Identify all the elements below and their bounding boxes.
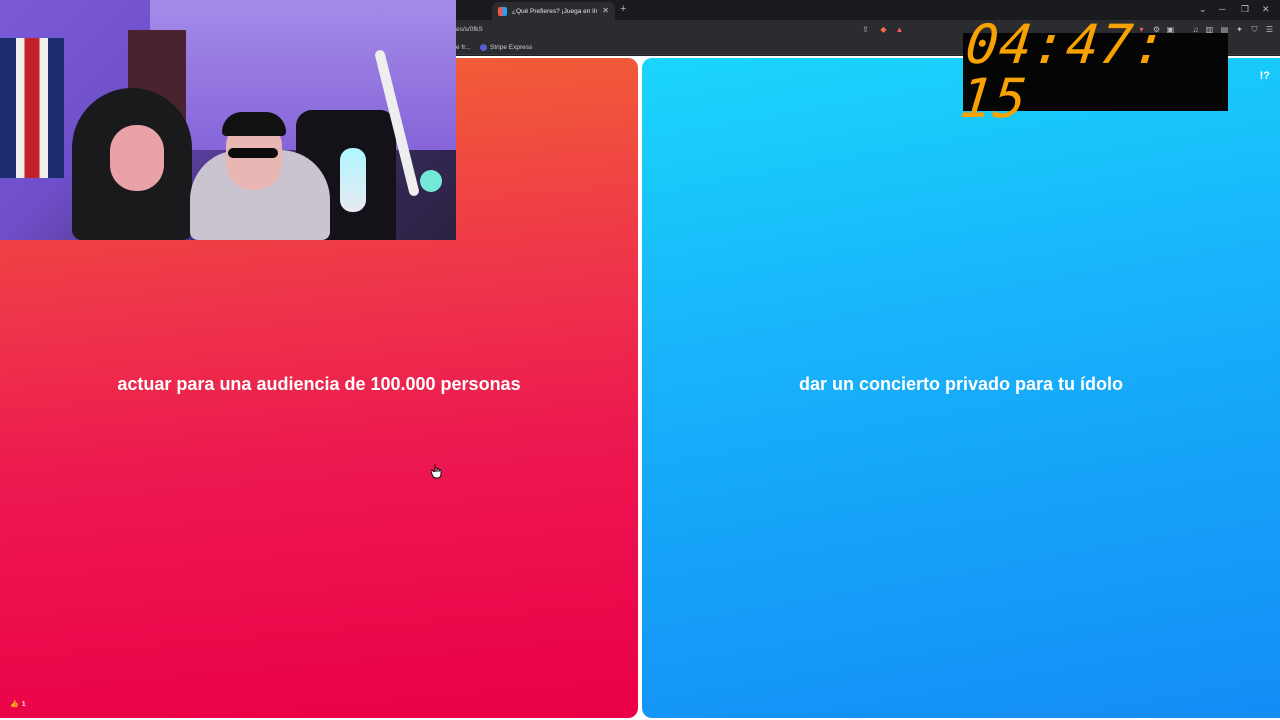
webcam-overlay: [0, 0, 456, 240]
vpn-shield-icon[interactable]: ⛉: [1250, 25, 1259, 34]
bookmark-label: e fr...: [456, 44, 471, 51]
tab-title: ¿Qué Prefieres? ¡Juega en línea!: [512, 7, 598, 15]
stripe-favicon-icon: [480, 44, 487, 51]
brave-shield-icon[interactable]: ◆: [879, 25, 888, 34]
webcam-sunglasses: [228, 148, 278, 158]
minimize-icon[interactable]: ─: [1219, 3, 1225, 15]
tab-close-icon[interactable]: ✕: [602, 7, 609, 15]
webcam-face-left: [110, 125, 164, 191]
option-left-text: actuar para una audiencia de 100.000 per…: [117, 374, 521, 394]
tab-active[interactable]: ¿Qué Prefieres? ¡Juega en línea! ✕: [492, 2, 615, 20]
help-icon[interactable]: !?: [1260, 70, 1270, 82]
webcam-flag: [0, 38, 64, 178]
rewards-triangle-icon[interactable]: ▲: [895, 25, 904, 34]
bookmark-item[interactable]: e fr...: [456, 42, 470, 53]
like-count: 1: [21, 700, 26, 708]
menu-icon[interactable]: ☰: [1265, 25, 1274, 34]
address-bar[interactable]: es/s/0fkS: [456, 23, 483, 37]
browser-window: ¿Qué Prefieres? ¡Juega en línea! ✕ + ⌄ ─…: [0, 0, 1280, 720]
tab-search-chevron-icon[interactable]: ⌄: [1199, 3, 1207, 15]
thumbs-up-icon: 👍: [10, 701, 19, 708]
restore-icon[interactable]: ❐: [1241, 3, 1249, 15]
webcam-light: [420, 170, 442, 192]
option-right-button[interactable]: dar un concierto privado para tu ídolo !…: [642, 58, 1280, 718]
bookmark-label: Stripe Express: [490, 44, 533, 51]
webcam-cap: [222, 112, 286, 136]
new-tab-plus-icon[interactable]: +: [620, 3, 626, 15]
webcam-microphone: [340, 148, 366, 212]
timer-text: 04:47: 15: [956, 13, 1171, 130]
hand-cursor-icon: [431, 464, 442, 479]
share-icon[interactable]: ⇪: [861, 25, 870, 34]
bookmark-stripe-express[interactable]: Stripe Express: [480, 42, 532, 53]
like-counter: 👍 1: [10, 701, 26, 709]
option-right-text: dar un concierto privado para tu ídolo: [798, 374, 1124, 394]
close-window-icon[interactable]: ✕: [1262, 3, 1270, 15]
site-favicon-icon: [498, 6, 507, 16]
countdown-timer: 04:47: 15: [957, 13, 1228, 130]
leo-ai-icon[interactable]: ✦: [1235, 25, 1244, 34]
